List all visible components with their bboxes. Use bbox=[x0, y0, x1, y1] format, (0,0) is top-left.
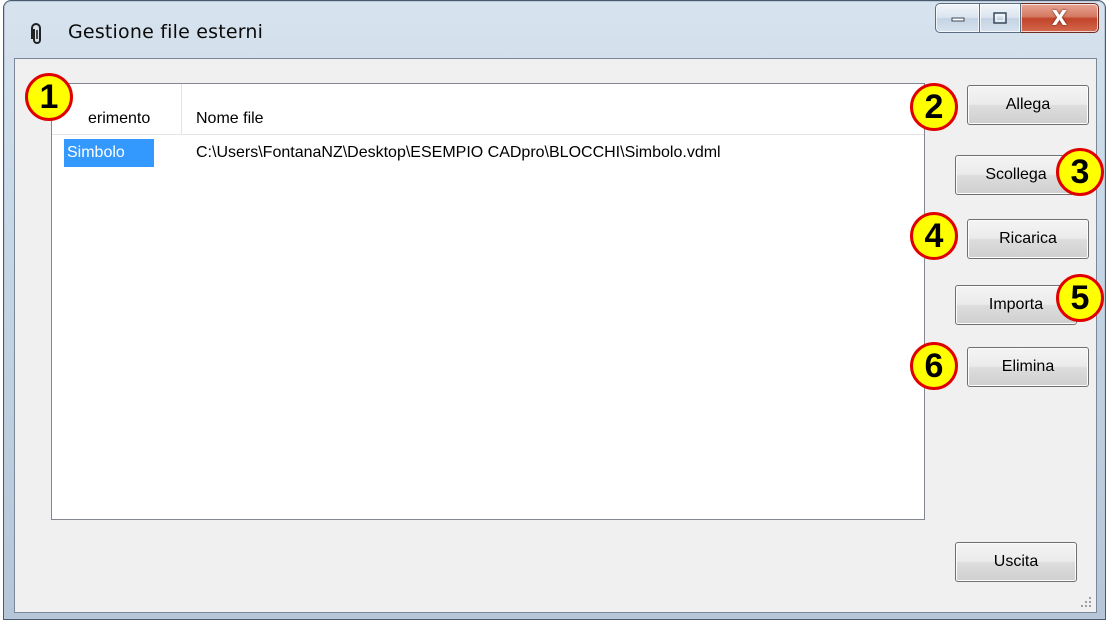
callout-2: 2 bbox=[910, 83, 958, 131]
screenshot: Gestione file esterni X erimento Nome fi… bbox=[0, 0, 1112, 624]
list-header: erimento Nome file bbox=[52, 84, 924, 135]
resize-grip-icon[interactable] bbox=[1080, 596, 1092, 608]
callout-1: 1 bbox=[25, 73, 73, 121]
column-header-nome-file[interactable]: Nome file bbox=[183, 84, 925, 134]
uscita-button[interactable]: Uscita bbox=[955, 542, 1077, 582]
maximize-icon bbox=[993, 12, 1007, 24]
files-list[interactable]: erimento Nome file Simbolo C:\Users\Font… bbox=[51, 83, 925, 520]
title-bar[interactable]: Gestione file esterni X bbox=[4, 1, 1105, 57]
minimize-icon bbox=[951, 17, 964, 22]
cell-nome-file[interactable]: C:\Users\FontanaNZ\Desktop\ESEMPIO CADpr… bbox=[196, 139, 721, 167]
ricarica-button[interactable]: Ricarica bbox=[967, 219, 1089, 259]
close-button[interactable]: X bbox=[1021, 3, 1099, 33]
minimize-button[interactable] bbox=[935, 3, 979, 33]
maximize-button[interactable] bbox=[979, 3, 1021, 33]
list-item[interactable]: Simbolo C:\Users\FontanaNZ\Desktop\ESEMP… bbox=[52, 139, 924, 167]
callout-4: 4 bbox=[910, 212, 958, 260]
window-title: Gestione file esterni bbox=[68, 21, 264, 43]
callout-6: 6 bbox=[910, 342, 958, 390]
close-icon: X bbox=[1051, 6, 1068, 30]
caption-buttons: X bbox=[935, 3, 1099, 37]
cell-riferimento[interactable]: Simbolo bbox=[64, 139, 154, 167]
callout-3: 3 bbox=[1056, 148, 1104, 196]
callout-5: 5 bbox=[1056, 274, 1104, 322]
allega-button[interactable]: Allega bbox=[967, 85, 1089, 125]
client-area: erimento Nome file Simbolo C:\Users\Font… bbox=[14, 58, 1097, 613]
paperclip-icon bbox=[31, 23, 41, 44]
elimina-button[interactable]: Elimina bbox=[967, 347, 1089, 387]
